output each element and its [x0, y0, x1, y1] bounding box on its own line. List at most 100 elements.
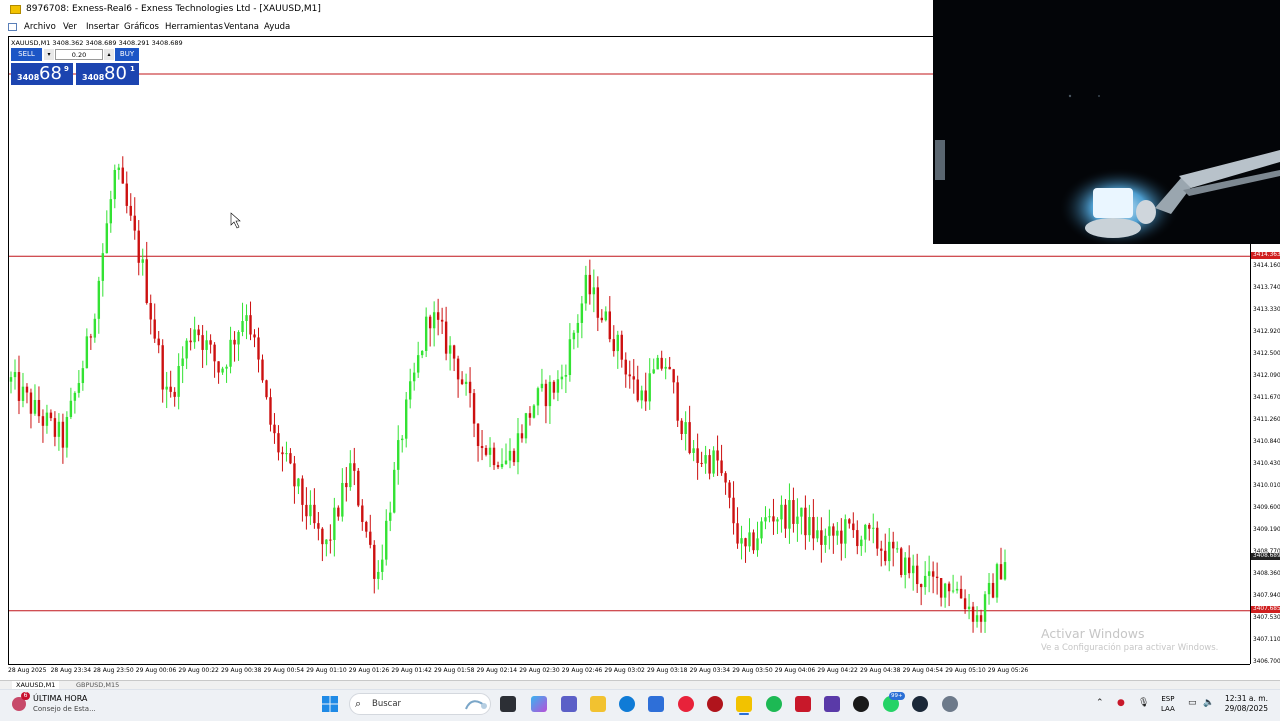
candle-body [915, 565, 919, 585]
candle-body [792, 500, 795, 524]
candle-body [983, 594, 987, 622]
obs-studio-icon[interactable] [853, 696, 869, 712]
sell-price-box[interactable]: 3408 68 9 [11, 63, 73, 85]
candle-body [25, 386, 29, 393]
file-explorer-icon[interactable] [590, 696, 606, 712]
candle-body [249, 315, 252, 335]
copilot-icon[interactable] [531, 696, 547, 712]
candle-body [704, 455, 707, 464]
candle-body [432, 312, 436, 329]
news-widget-subtitle[interactable]: Consejo de Esta... [33, 705, 96, 713]
candle-body [624, 359, 627, 375]
price-tick-label: 3406.700 [1253, 659, 1280, 665]
menu-archivo[interactable]: Archivo [24, 22, 56, 32]
volume-icon[interactable]: 🔈 [1203, 698, 1214, 708]
candle-body [852, 523, 855, 531]
candle-body [297, 478, 300, 487]
candle-body [604, 311, 608, 321]
buy-price-box[interactable]: 3408 80 1 [76, 63, 139, 85]
whatsapp-badge: 99+ [889, 692, 905, 700]
candle-body [680, 420, 683, 434]
news-widget-title[interactable]: ÚLTIMA HORA [33, 694, 87, 703]
lot-increase-button[interactable]: ▴ [104, 49, 114, 60]
candle-body [840, 530, 843, 544]
candle-body [975, 615, 979, 622]
task-view-icon[interactable] [500, 696, 516, 712]
x-app-icon[interactable] [795, 696, 811, 712]
menu-insertar[interactable]: Insertar [86, 22, 119, 32]
teams-icon[interactable] [561, 696, 577, 712]
media-app-icon[interactable] [824, 696, 840, 712]
menu-ayuda[interactable]: Ayuda [264, 22, 290, 32]
candle-body [804, 507, 807, 536]
candle-body [776, 519, 779, 522]
menu-herramientas[interactable]: Herramientas [165, 22, 223, 32]
candle-body [780, 504, 783, 520]
menu-graficos[interactable]: Gráficos [124, 22, 159, 32]
windows-start-icon[interactable] [322, 696, 338, 712]
candle-body [676, 382, 679, 421]
candle-body [600, 317, 604, 321]
keyboard-layout: LAA [1161, 705, 1175, 713]
candle-body [640, 390, 643, 401]
candle-body [496, 465, 500, 468]
candle-body [101, 253, 105, 281]
candle-body [636, 379, 639, 401]
candle-body [536, 388, 540, 406]
candle-body [652, 369, 655, 374]
candle-body [752, 532, 755, 551]
metatrader-taskbar-icon[interactable] [736, 696, 752, 712]
candle-body [947, 583, 951, 592]
candle-body [927, 571, 931, 576]
chart-window-icon[interactable] [8, 23, 17, 31]
candle-body [588, 274, 592, 295]
candle-body [664, 366, 667, 369]
candle-body [896, 548, 899, 550]
candle-body [289, 453, 292, 464]
price-tick-label: 3409.600 [1253, 505, 1280, 511]
candle-body [552, 381, 556, 393]
candle-body [21, 386, 25, 401]
sell-button[interactable]: SELL [11, 48, 42, 61]
candle-body [548, 381, 552, 407]
settings-gear-icon[interactable] [942, 696, 958, 712]
candle-body [800, 507, 803, 517]
network-icon[interactable]: ▭ [1188, 698, 1197, 708]
candle-body [393, 469, 396, 513]
candle-body [904, 557, 907, 575]
tab-gbpusd-m15[interactable]: GBPUSD,M15 [72, 681, 123, 689]
candle-body [816, 530, 819, 539]
recorder-app-icon[interactable] [707, 696, 723, 712]
microsoft-store-icon[interactable] [648, 696, 664, 712]
buy-button[interactable]: BUY [115, 48, 139, 61]
candle-body [844, 519, 847, 544]
system-clock[interactable]: 12:31 a. m. 29/08/2025 [1222, 694, 1268, 714]
candle-body [313, 504, 316, 524]
opera-browser-icon[interactable] [678, 696, 694, 712]
menu-ver[interactable]: Ver [63, 22, 77, 32]
steam-icon[interactable] [912, 696, 928, 712]
microphone-icon[interactable]: 🎙 [1138, 698, 1149, 708]
candle-body [476, 423, 480, 447]
tray-chevron-up-icon[interactable]: ⌃ [1096, 698, 1104, 708]
candle-body [492, 447, 496, 466]
edge-browser-icon[interactable] [619, 696, 635, 712]
candle-body [412, 372, 416, 382]
candle-body [488, 447, 492, 455]
candle-body [712, 450, 715, 474]
lot-decrease-button[interactable]: ▾ [44, 49, 54, 60]
language-indicator[interactable]: ESP LAA [1161, 694, 1175, 714]
time-tick-label: 29 Aug 02:46 [561, 667, 603, 674]
spotify-icon[interactable] [766, 696, 782, 712]
menu-ventana[interactable]: Ventana [224, 22, 259, 32]
candle-body [772, 516, 775, 522]
lot-size-input[interactable]: 0.20 [55, 49, 103, 60]
candle-body [321, 528, 324, 545]
candle-body [884, 550, 887, 562]
price-tick-label: 3413.330 [1253, 307, 1280, 313]
tab-xauusd-m1[interactable]: XAUUSD,M1 [12, 681, 60, 689]
tray-app-icon[interactable]: ● [1117, 698, 1125, 708]
candle-body [65, 416, 69, 448]
buy-price-prefix: 3408 [82, 73, 105, 82]
candle-body [309, 504, 312, 517]
